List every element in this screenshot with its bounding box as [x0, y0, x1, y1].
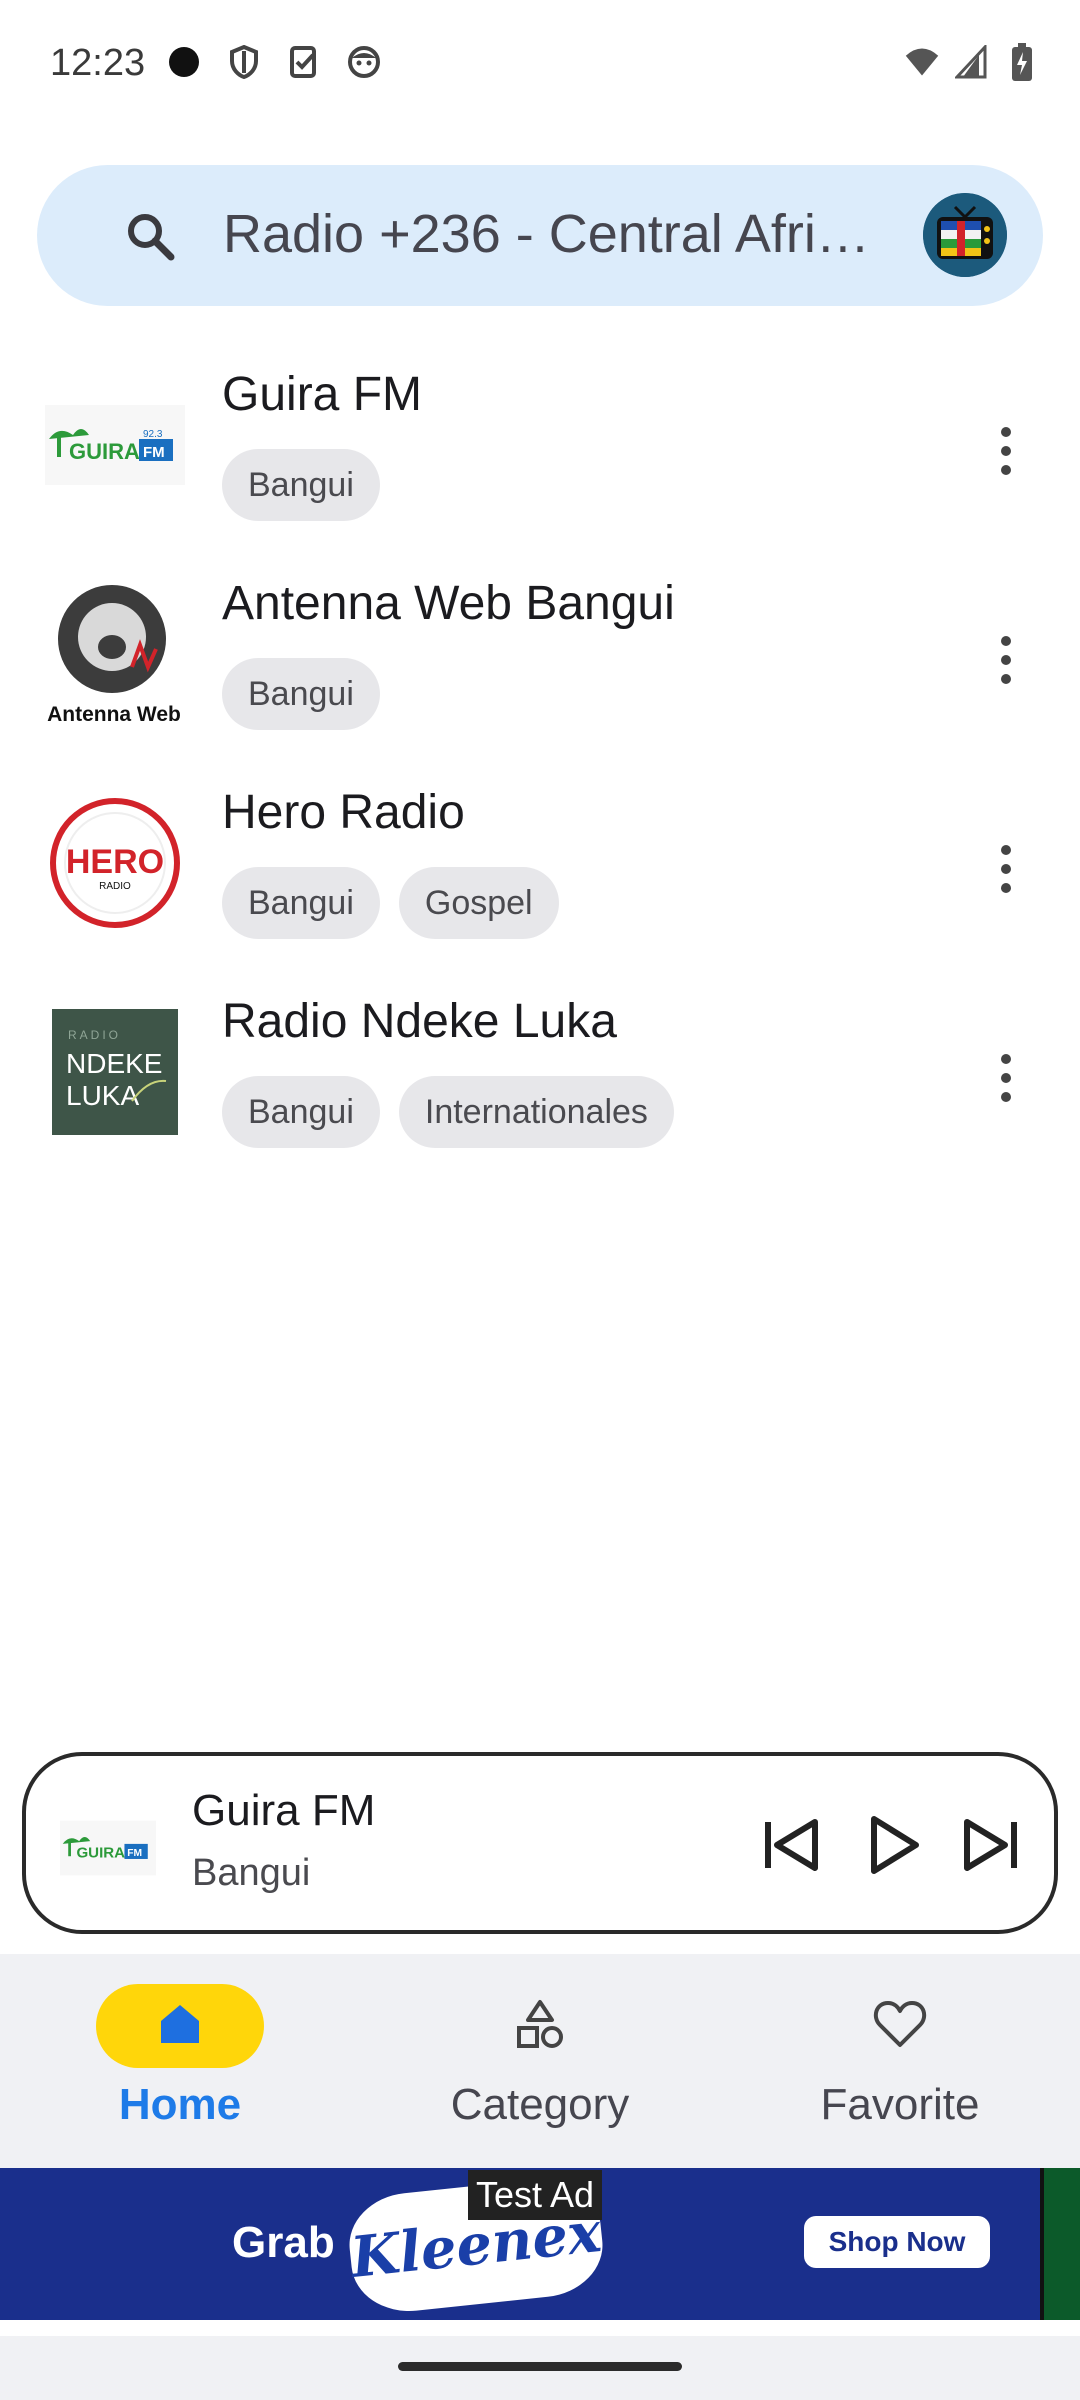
- skip-previous-icon[interactable]: [756, 1810, 826, 1880]
- station-item[interactable]: HERO RADIO Hero Radio Bangui Gospel: [0, 783, 1080, 983]
- task-check-icon: [286, 44, 322, 80]
- status-bar: 12:23: [0, 0, 1080, 130]
- face-icon: [346, 44, 382, 80]
- station-item[interactable]: GUIRA FM 92.3 Guira FM Bangui: [0, 365, 1080, 565]
- hero-radio-logo: HERO RADIO: [37, 783, 192, 943]
- more-options-button[interactable]: [985, 1048, 1027, 1108]
- player-station-logo: GUIRA FM: [58, 1798, 158, 1898]
- station-name: Antenna Web Bangui: [222, 577, 675, 630]
- station-name: Hero Radio: [222, 786, 465, 839]
- station-tags: Bangui Internationales: [222, 1076, 674, 1148]
- battery-charging-icon: [1004, 43, 1040, 81]
- record-dot-icon: [166, 44, 202, 80]
- svg-text:FM: FM: [127, 1848, 142, 1859]
- svg-text:GUIRA: GUIRA: [76, 1845, 125, 1862]
- more-options-button[interactable]: [985, 421, 1027, 481]
- tag-chip[interactable]: Bangui: [222, 1076, 380, 1148]
- station-name: Radio Ndeke Luka: [222, 995, 617, 1048]
- shop-now-button[interactable]: Shop Now: [804, 2216, 990, 2268]
- home-indicator[interactable]: [398, 2362, 682, 2371]
- wifi-icon: [904, 44, 940, 80]
- home-icon: [157, 2001, 203, 2052]
- nav-home-pill[interactable]: [96, 1984, 264, 2068]
- nav-label: Home: [118, 2080, 242, 2129]
- antenna-web-logo: Antenna Web: [37, 574, 192, 734]
- svg-text:Antenna Web: Antenna Web: [47, 703, 181, 726]
- svg-text:NDEKE: NDEKE: [66, 1048, 162, 1079]
- player-title: Guira FM: [192, 1786, 376, 1835]
- tag-chip[interactable]: Bangui: [222, 658, 380, 730]
- svg-text:92.3: 92.3: [143, 429, 163, 440]
- tag-chip[interactable]: Gospel: [398, 867, 559, 939]
- nav-label: Category: [450, 2080, 630, 2129]
- nav-favorite-pill[interactable]: [816, 1984, 984, 2068]
- nav-category[interactable]: Category: [410, 1984, 670, 2144]
- nav-home[interactable]: Home: [50, 1984, 310, 2144]
- station-item[interactable]: RADIO NDEKE LUKA Radio Ndeke Luka Bangui…: [0, 992, 1080, 1192]
- svg-text:RADIO: RADIO: [68, 1028, 121, 1042]
- svg-text:LUKA: LUKA: [66, 1080, 139, 1111]
- test-ad-label: Test Ad: [468, 2170, 603, 2220]
- svg-text:HERO: HERO: [65, 843, 163, 881]
- status-time: 12:23: [50, 42, 146, 84]
- guira-fm-logo: GUIRA FM 92.3: [37, 365, 192, 525]
- station-name: Guira FM: [222, 368, 423, 421]
- svg-text:FM: FM: [143, 444, 165, 461]
- status-icons-left: [166, 44, 382, 80]
- shield-icon: [226, 44, 262, 80]
- search-text[interactable]: Radio +236 - Central Afri…: [223, 203, 923, 265]
- category-icon: [514, 1998, 566, 2055]
- svg-text:GUIRA: GUIRA: [69, 439, 140, 464]
- skip-next-icon[interactable]: [956, 1810, 1026, 1880]
- heart-icon: [872, 1999, 928, 2054]
- tv-flag-icon[interactable]: [923, 193, 1007, 277]
- nav-label: Favorite: [820, 2080, 980, 2129]
- status-icons-right: [904, 43, 1040, 81]
- nav-category-pill[interactable]: [456, 1984, 624, 2068]
- station-tags: Bangui: [222, 658, 380, 730]
- tag-chip[interactable]: Bangui: [222, 449, 380, 521]
- search-icon[interactable]: [125, 211, 175, 261]
- nav-favorite[interactable]: Favorite: [770, 1984, 1030, 2144]
- play-icon[interactable]: [860, 1810, 930, 1880]
- station-tags: Bangui Gospel: [222, 867, 559, 939]
- bottom-navigation: Home Category Favorite: [0, 1954, 1080, 2168]
- tag-chip[interactable]: Bangui: [222, 867, 380, 939]
- station-tags: Bangui: [222, 449, 380, 521]
- station-item[interactable]: Antenna Web Antenna Web Bangui Bangui: [0, 574, 1080, 774]
- player-subtitle: Bangui: [192, 1852, 311, 1894]
- more-options-button[interactable]: [985, 630, 1027, 690]
- search-bar[interactable]: Radio +236 - Central Afri…: [37, 165, 1043, 306]
- more-options-button[interactable]: [985, 839, 1027, 899]
- tag-chip[interactable]: Internationales: [398, 1076, 674, 1148]
- svg-text:RADIO: RADIO: [99, 881, 131, 892]
- mini-player[interactable]: GUIRA FM Guira FM Bangui: [22, 1752, 1058, 1934]
- ndeke-luka-logo: RADIO NDEKE LUKA: [37, 992, 192, 1152]
- signal-icon: [954, 44, 990, 80]
- ad-grab-text: Grab: [232, 2218, 335, 2267]
